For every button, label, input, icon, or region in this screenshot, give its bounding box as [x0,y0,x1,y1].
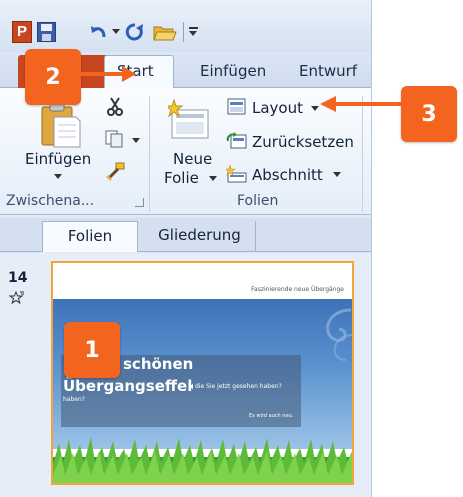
layout-dropdown-icon[interactable] [311,106,319,111]
copy-icon[interactable] [104,129,126,149]
copy-dropdown-icon[interactable] [132,138,140,143]
callout-arrow-3 [320,94,402,114]
slide-title-line1: schönen [123,355,194,373]
clipboard-group-label: Zwischena... [6,193,95,209]
paste-icon[interactable] [38,101,82,149]
tab-slides[interactable]: Folien [42,221,138,252]
section-dropdown-icon[interactable] [333,172,341,177]
slides-group-label: Folien [237,193,279,209]
save-icon[interactable] [37,22,56,42]
format-painter-icon[interactable] [104,162,126,182]
transition-star-icon [8,290,25,305]
group-separator [149,96,150,212]
screenshot-root: P Start Einfügen Entwurf Einfügen Zwisch… [0,0,463,497]
undo-icon[interactable] [88,22,108,42]
paste-dropdown-icon[interactable] [54,174,62,179]
open-folder-icon[interactable] [153,24,177,42]
section-icon[interactable] [224,164,248,184]
reset-button[interactable]: Zurücksetzen [252,133,354,151]
slide-grass-graphic [53,435,352,483]
new-slide-label-line2[interactable]: Folie [164,169,199,187]
customize-qat-icon[interactable] [189,27,199,37]
app-icon[interactable]: P [12,21,32,43]
reset-icon[interactable] [226,131,248,151]
tab-outline[interactable]: Gliederung [144,221,256,252]
new-slide-label-line1[interactable]: Neue [173,150,212,168]
qat-separator [183,22,184,42]
new-slide-dropdown-icon[interactable] [209,176,217,181]
slide-body-text-cont: haben? [63,396,85,403]
tab-design[interactable]: Entwurf [299,62,357,80]
callout-badge-1: 1 [64,322,120,378]
slide-body-text: die Sie jetzt gesehen haben? [195,383,282,390]
slide-title-line2: Übergangseffekte, [63,377,193,395]
tab-insert[interactable]: Einfügen [200,62,266,80]
slide-swirl-graphic [301,305,352,365]
layout-icon[interactable] [226,97,248,117]
slide-number: 14 [8,270,28,286]
redo-icon[interactable] [125,22,145,42]
undo-dropdown-icon[interactable] [112,29,120,34]
callout-badge-3: 3 [401,86,457,142]
callout-arrow-2 [80,64,136,84]
new-slide-icon[interactable] [164,98,212,146]
section-button[interactable]: Abschnitt [252,166,323,184]
slide-footer-text: Es wird auch neu. [249,413,294,419]
clipboard-dialog-launcher-icon[interactable] [135,198,144,207]
slide-header-text: Faszinierende neue Übergänge [251,286,344,293]
callout-badge-2: 2 [25,49,81,105]
layout-button[interactable]: Layout [252,99,303,117]
paste-button[interactable]: Einfügen [25,150,91,168]
cut-icon[interactable] [104,96,126,116]
